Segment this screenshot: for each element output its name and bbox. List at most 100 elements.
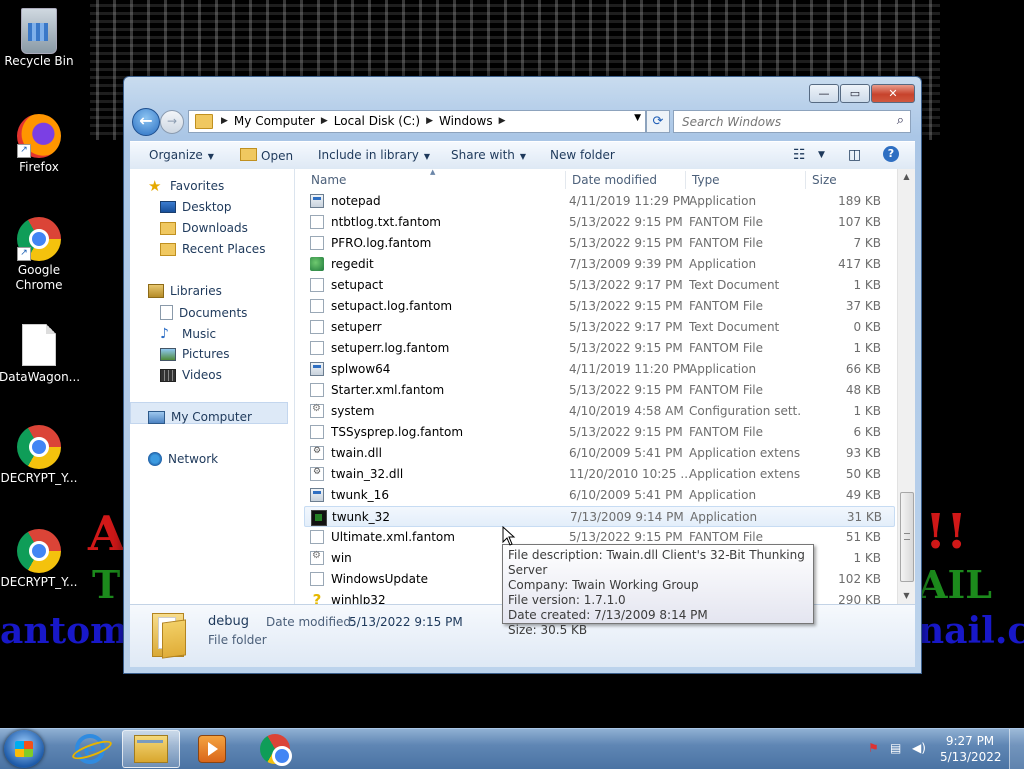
desktop-icon-label: DECRYPT_Y... [0,471,78,485]
file-date-modified: 4/11/2019 11:20 PM [569,362,691,376]
documents-icon [160,305,173,320]
column-divider[interactable] [805,171,806,189]
column-divider[interactable] [565,171,566,189]
file-name: setuperr [331,320,382,334]
scroll-down-icon[interactable]: ▼ [898,588,915,604]
column-date-modified[interactable]: Date modified [572,173,657,187]
column-type[interactable]: Type [692,173,720,187]
chevron-right-icon[interactable]: ▶ [219,116,230,126]
desktop-icon-datawagon[interactable]: DataWagon... [0,324,80,385]
minimize-button[interactable]: — [809,84,839,103]
desktop-icon-google-chrome[interactable]: ↗ Google Chrome [0,217,79,293]
chevron-down-icon[interactable]: ▼ [818,150,825,160]
breadcrumb-my-computer[interactable]: My Computer [230,114,319,128]
preview-pane-icon[interactable]: ◫ [848,147,861,163]
dll-icon [310,446,324,460]
desktop-icon-decrypt-2[interactable]: DECRYPT_Y... [0,529,79,590]
chevron-right-icon[interactable]: ▶ [497,116,508,126]
file-row[interactable]: system 4/10/2019 4:58 AM Configuration set… [304,401,895,422]
action-center-icon[interactable]: ⚑ [868,741,884,755]
share-with-button[interactable]: Share with ▼ [451,148,526,162]
file-row[interactable]: Starter.xml.fantom 5/13/2022 9:15 PM FANTO… [304,380,895,401]
file-size: 107 KB [838,215,881,229]
search-input[interactable] [680,114,884,130]
ransom-text-red-right: !! [925,504,968,560]
chevron-down-icon[interactable]: ▼ [634,113,641,123]
chevron-right-icon[interactable]: ▶ [319,116,330,126]
regedit-icon [310,257,324,271]
desktop-icon-decrypt-1[interactable]: DECRYPT_Y... [0,425,79,486]
file-name: win [331,551,352,565]
forward-button[interactable]: → [160,110,184,134]
nav-label: My Computer [171,410,252,424]
start-button[interactable] [4,730,44,768]
file-row[interactable]: PFRO.log.fantom 5/13/2022 9:15 PM FANTOM F… [304,233,895,254]
help-icon[interactable]: ? [883,146,899,162]
file-row[interactable]: twunk_16 6/10/2009 5:41 PM Application 49 K… [304,485,895,506]
nav-downloads[interactable]: Downloads [160,221,248,235]
file-row[interactable]: notepad 4/11/2019 11:29 PM Application 189 … [304,191,895,212]
nav-network[interactable]: Network [148,452,218,466]
file-row[interactable]: setupact.log.fantom 5/13/2022 9:15 PM FANT… [304,296,895,317]
file-date-modified: 5/13/2022 9:15 PM [569,299,683,313]
taskbar-windows-explorer[interactable] [122,730,180,768]
taskbar-internet-explorer[interactable]: e [61,730,119,768]
nav-label: Pictures [182,347,230,361]
breadcrumb-windows[interactable]: Windows [435,114,497,128]
taskbar-chrome[interactable] [246,730,304,768]
text-icon [310,278,324,292]
file-row[interactable]: twain_32.dll 11/20/2010 10:25 ...Applicat… [304,464,895,485]
nav-videos[interactable]: Videos [160,368,222,382]
nav-pictures[interactable]: Pictures [160,347,230,361]
desktop-icon-firefox[interactable]: ↗ Firefox [0,114,79,175]
file-row[interactable]: TSSysprep.log.fantom 5/13/2022 9:15 PM FAN… [304,422,895,443]
search-icon[interactable]: ⌕ [897,113,904,128]
organize-button[interactable]: Organize ▼ [149,148,214,162]
back-button[interactable]: ← [132,108,160,136]
file-row[interactable]: splwow64 4/11/2019 11:20 PM Application 66 … [304,359,895,380]
file-name: twunk_32 [332,510,390,524]
search-box[interactable]: ⌕ [673,110,911,133]
file-type: Text Document [689,278,780,292]
nav-documents[interactable]: Documents [160,305,247,320]
change-view-icon[interactable]: ☷ [793,147,806,163]
file-row[interactable]: twunk_32 7/13/2009 9:14 PM Application 31 K… [304,506,895,527]
column-name[interactable]: Name [311,173,346,187]
network-status-icon[interactable]: ▤ [890,741,906,755]
nav-libraries[interactable]: Libraries [148,284,222,298]
column-divider[interactable] [685,171,686,189]
desktop-icon-recycle-bin[interactable]: Recycle Bin [0,8,79,69]
taskbar-media-player[interactable] [183,730,241,768]
vertical-scrollbar[interactable]: ▲ ▼ [897,169,915,604]
file-row[interactable]: setuperr.log.fantom 5/13/2022 9:15 PM FANT… [304,338,895,359]
refresh-button[interactable]: ⟳ [646,110,670,133]
tooltip-description: File description: Twain.dll Client's 32-… [508,548,805,577]
nav-favorites[interactable]: ★ Favorites [148,179,224,194]
show-desktop-button[interactable] [1009,729,1024,769]
nav-music[interactable]: ♪ Music [160,326,216,342]
new-folder-button[interactable]: New folder [550,148,615,162]
volume-icon[interactable]: ◀) [912,741,928,755]
nav-desktop[interactable]: Desktop [160,200,232,214]
ransom-text-green-left: T [92,562,121,607]
nav-recent-places[interactable]: Recent Places [160,242,265,256]
open-button[interactable]: Open [240,148,293,163]
file-row[interactable]: twain.dll 6/10/2009 5:41 PM Application ex… [304,443,895,464]
file-date-modified: 5/13/2022 9:15 PM [569,236,683,250]
scroll-thumb[interactable] [900,492,914,582]
file-row[interactable]: regedit 7/13/2009 9:39 PM Application 417 K… [304,254,895,275]
file-row[interactable]: setuperr 5/13/2022 9:17 PM Text Document 0 … [304,317,895,338]
windows-logo-icon [15,741,33,757]
file-row[interactable]: setupact 5/13/2022 9:17 PM Text Document 1 … [304,275,895,296]
clock[interactable]: 9:27 PM 5/13/2022 [940,733,1002,765]
column-size[interactable]: Size [812,173,837,187]
nav-my-computer[interactable]: My Computer [148,410,252,424]
chevron-right-icon[interactable]: ▶ [424,116,435,126]
breadcrumb-local-disk[interactable]: Local Disk (C:) [330,114,424,128]
scroll-up-icon[interactable]: ▲ [898,169,915,185]
include-in-library-button[interactable]: Include in library ▼ [318,148,430,162]
file-row[interactable]: ntbtlog.txt.fantom 5/13/2022 9:15 PM FANTO… [304,212,895,233]
maximize-button[interactable]: ▭ [840,84,870,103]
address-bar[interactable]: ▶ My Computer ▶ Local Disk (C:) ▶ Window… [188,110,646,133]
close-button[interactable]: ✕ [871,84,915,103]
